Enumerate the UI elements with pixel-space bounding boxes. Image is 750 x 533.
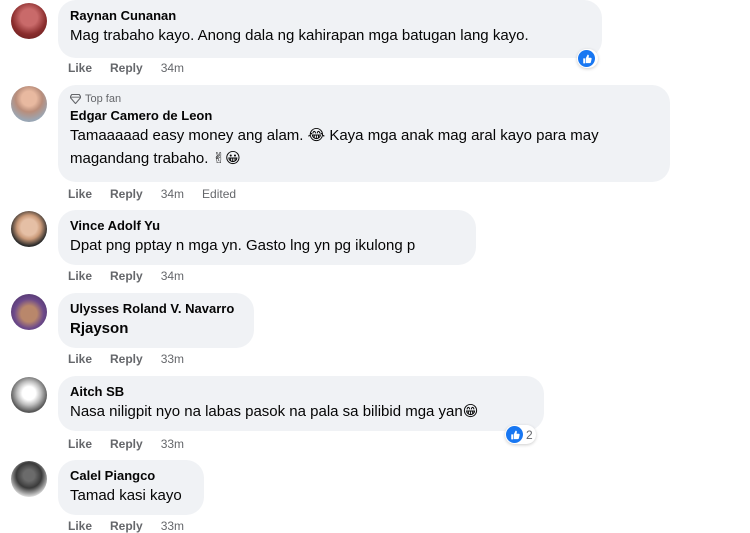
comment-bubble: Aitch SB Nasa niligpit nyo na labas paso… [58,376,544,431]
comment-text-line-2: magandang trabaho. ✌😀 [70,150,241,167]
comment-bubble: Ulysses Roland V. Navarro Rjayson [58,293,254,348]
top-fan-badge: Top fan [70,92,658,106]
diamond-icon [70,94,81,104]
comment-text: Tamad kasi kayo [70,487,182,504]
comment-text-line-1: Tamaaaaad easy money ang alam. 😂 Kaya mg… [70,127,599,144]
like-button[interactable]: Like [68,437,92,451]
reply-button[interactable]: Reply [110,187,143,201]
comment-timestamp[interactable]: 34m [161,269,184,283]
comment-text: Dpat png pptay n mga yn. Gasto lng yn pg… [70,237,416,254]
reply-button[interactable]: Reply [110,437,143,451]
comment-timestamp[interactable]: 34m [161,61,184,75]
commenter-name[interactable]: Aitch SB [70,383,532,400]
commenter-name[interactable]: Edgar Camero de Leon [70,107,658,124]
edited-label[interactable]: Edited [202,187,236,201]
like-button[interactable]: Like [68,61,92,75]
comment-actions: Like Reply 34m [68,61,202,75]
avatar[interactable] [11,211,47,247]
comment-actions: Like Reply 34m Edited [68,187,254,201]
like-reaction-icon [578,50,595,67]
comment-timestamp[interactable]: 33m [161,352,184,366]
like-button[interactable]: Like [68,269,92,283]
avatar[interactable] [11,294,47,330]
like-reaction-icon [506,426,523,443]
comment-text: Nasa niligpit nyo na labas pasok na pala… [70,403,479,420]
reaction-badge[interactable]: 2 [505,425,536,444]
comment-actions: Like Reply 34m [68,269,202,283]
comment-bubble: Top fan Edgar Camero de Leon Tamaaaaad e… [58,85,670,182]
comment-actions: Like Reply 33m [68,519,202,533]
mentioned-name-link[interactable]: Rjayson [70,317,242,340]
comment-timestamp[interactable]: 34m [161,187,184,201]
reply-button[interactable]: Reply [110,61,143,75]
comment-bubble: Raynan Cunanan Mag trabaho kayo. Anong d… [58,0,602,58]
comment-timestamp[interactable]: 33m [161,437,184,451]
comment-actions: Like Reply 33m [68,437,202,451]
reply-button[interactable]: Reply [110,519,143,533]
reply-button[interactable]: Reply [110,269,143,283]
comment-timestamp[interactable]: 33m [161,519,184,533]
comment-actions: Like Reply 33m [68,352,202,366]
comment-bubble: Calel Piangco Tamad kasi kayo [58,460,204,515]
avatar[interactable] [11,86,47,122]
comment-bubble: Vince Adolf Yu Dpat png pptay n mga yn. … [58,210,476,265]
commenter-name[interactable]: Raynan Cunanan [70,7,590,24]
like-button[interactable]: Like [68,187,92,201]
commenter-name[interactable]: Ulysses Roland V. Navarro [70,300,242,317]
commenter-name[interactable]: Calel Piangco [70,467,192,484]
commenter-name[interactable]: Vince Adolf Yu [70,217,464,234]
avatar[interactable] [11,461,47,497]
like-button[interactable]: Like [68,519,92,533]
reaction-badge[interactable] [577,49,598,68]
like-button[interactable]: Like [68,352,92,366]
reply-button[interactable]: Reply [110,352,143,366]
reaction-count: 2 [526,427,533,442]
avatar[interactable] [11,377,47,413]
avatar[interactable] [11,3,47,39]
comment-text: Mag trabaho kayo. Anong dala ng kahirapa… [70,27,529,44]
